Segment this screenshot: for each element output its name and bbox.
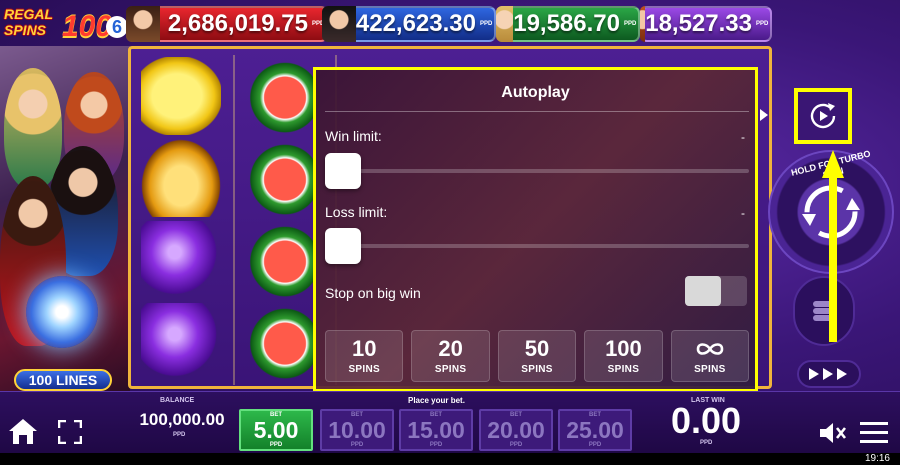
spin-unit: SPINS	[694, 364, 726, 375]
crystal-orb	[26, 276, 98, 348]
menu-icon[interactable]	[860, 420, 888, 444]
lines-badge: 100 LINES	[14, 369, 112, 391]
bet-option-10[interactable]: BET 10.00 PPD	[320, 409, 394, 451]
loss-limit-value: -	[741, 206, 745, 220]
jackpot-blue: 422,623.30 PPD	[322, 6, 496, 42]
spin-unit: SPINS	[607, 364, 640, 375]
bet-value: 10.00	[328, 417, 386, 443]
spin-count: 10	[351, 336, 377, 361]
lemon-icon	[141, 57, 221, 135]
autoplay-button[interactable]	[794, 88, 852, 144]
bet-unit: PPD	[269, 442, 283, 448]
triple-play-icon	[809, 368, 847, 380]
spin-unit: SPINS	[434, 364, 467, 375]
spins-20-button[interactable]: 20 SPINS	[411, 330, 490, 382]
spin-count-options: 10 SPINS 20 SPINS 50 SPINS 100 SPINS SPI…	[325, 330, 750, 382]
bet-option-20[interactable]: BET 20.00 PPD	[479, 409, 553, 451]
autoplay-title: Autoplay	[501, 84, 570, 101]
plum-icon	[141, 221, 221, 299]
dialog-pointer	[760, 109, 768, 121]
fast-forward-button[interactable]	[797, 360, 861, 388]
game-logo: REGAL SPINS 100 6	[4, 4, 128, 44]
portrait-icon	[496, 6, 514, 42]
infinity-icon	[696, 343, 724, 355]
toggle-knob	[685, 276, 721, 306]
stop-on-big-win-toggle[interactable]	[685, 276, 747, 306]
jackpot-unit: PPD	[756, 21, 769, 27]
logo-number: 100	[62, 10, 113, 43]
bottom-bar: BALANCE 100,000.00 PPD Place your bet. B…	[0, 391, 900, 453]
spins-100-button[interactable]: 100 SPINS	[584, 330, 663, 382]
win-limit-label: Win limit:	[325, 128, 382, 144]
jackpot-unit: PPD	[480, 21, 493, 27]
loss-limit-track[interactable]	[325, 244, 749, 248]
bet-option-25[interactable]: BET 25.00 PPD	[558, 409, 632, 451]
portrait-icon	[126, 6, 160, 42]
spins-infinite-button[interactable]: SPINS	[670, 330, 750, 382]
balance-label: BALANCE	[160, 397, 195, 404]
bet-value: 15.00	[407, 417, 465, 443]
jackpot-unit: PPD	[624, 21, 637, 27]
character-art	[0, 46, 130, 391]
portrait-icon	[322, 6, 356, 42]
jackpot-amount: 19,586.70	[513, 10, 620, 37]
spin-unit: SPINS	[348, 364, 380, 375]
spins-50-button[interactable]: 50 SPINS	[497, 330, 577, 382]
loss-limit-slider-handle[interactable]	[325, 228, 361, 264]
jackpot-amount: 422,623.30	[355, 10, 476, 37]
bet-option-5[interactable]: BET 5.00 PPD	[239, 409, 313, 451]
autoplay-dialog: Autoplay Win limit: - Loss limit: - Stop…	[313, 67, 758, 392]
game-screen: REGAL SPINS 100 6 2,686,019.75 PPD 422,6…	[0, 0, 900, 465]
logo-extra: 6	[106, 16, 128, 38]
reel-divider	[233, 55, 235, 385]
bet-value: 5.00	[253, 417, 299, 443]
spins-10-button[interactable]: 10 SPINS	[325, 330, 404, 382]
place-bet-prompt: Place your bet.	[408, 396, 465, 405]
divider	[325, 111, 749, 112]
jackpot-purple: 18,527.33 PPD	[640, 6, 772, 42]
win-limit-value: -	[741, 130, 745, 144]
clock: 19:16	[864, 453, 890, 464]
stop-on-big-win-label: Stop on big win	[325, 285, 421, 301]
jackpot-amount: 2,686,019.75	[167, 10, 308, 37]
last-win-value: 0.00	[670, 400, 742, 441]
spin-count: 100	[605, 336, 642, 361]
balance-unit: PPD	[173, 432, 186, 438]
last-win-unit: PPD	[700, 440, 713, 446]
win-limit-track[interactable]	[325, 169, 749, 173]
win-limit-slider-handle[interactable]	[325, 153, 361, 189]
autoplay-icon	[810, 103, 836, 129]
loss-limit-label: Loss limit:	[325, 204, 388, 220]
spin-unit: SPINS	[521, 364, 553, 375]
logo-line1: REGAL	[4, 6, 53, 22]
balance-value: 100,000.00	[139, 410, 225, 429]
bet-value: 20.00	[487, 417, 545, 443]
plum-icon	[141, 303, 221, 381]
pointer-arrow	[822, 150, 844, 342]
jackpot-green: 19,586.70 PPD	[496, 6, 640, 42]
jackpot-amount: 18,527.33	[645, 10, 752, 37]
sound-muted-icon[interactable]	[818, 420, 848, 446]
jackpot-unit: PPD	[312, 21, 325, 27]
spin-count: 50	[524, 336, 550, 361]
bet-option-15[interactable]: BET 15.00 PPD	[399, 409, 473, 451]
character-blonde	[4, 68, 62, 188]
fullscreen-icon[interactable]	[58, 420, 82, 444]
logo-line2: SPINS	[4, 22, 47, 38]
home-icon[interactable]	[8, 417, 38, 445]
system-status-bar: 19:16	[0, 453, 900, 465]
bet-value: 25.00	[566, 417, 624, 443]
jackpot-red: 2,686,019.75 PPD	[126, 6, 328, 42]
bell-icon	[141, 139, 221, 217]
spin-count: 20	[438, 336, 463, 361]
jackpot-bar: REGAL SPINS 100 6 2,686,019.75 PPD 422,6…	[0, 0, 900, 46]
